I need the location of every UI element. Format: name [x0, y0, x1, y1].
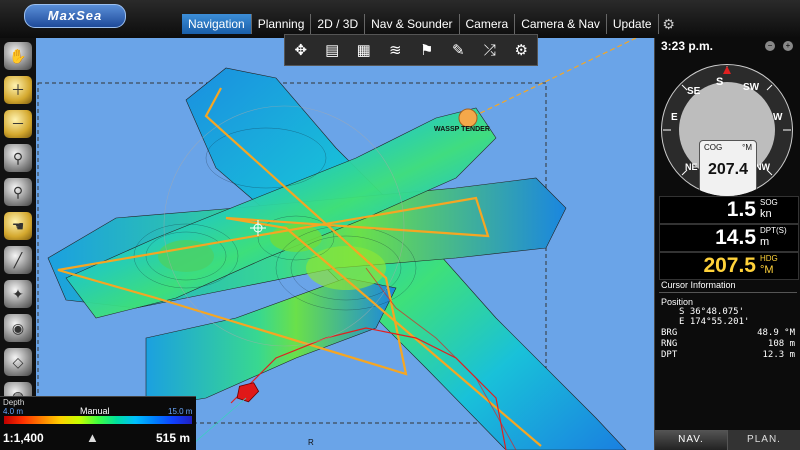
- cursor-info-title: Cursor Information: [659, 278, 797, 293]
- cursor-lat: S 36°48.075': [679, 307, 745, 317]
- sog-value: 1.5: [726, 198, 756, 221]
- minus-icon[interactable]: −: [765, 41, 775, 51]
- cursor-lon: E 174°55.201': [679, 317, 750, 327]
- dpt-label: DPT(S): [760, 226, 787, 235]
- tab-update[interactable]: Update: [607, 14, 659, 34]
- scale-distance: 515 m: [156, 431, 191, 445]
- bathymetry-layer: [37, 38, 637, 450]
- depth-min: 4.0 m: [3, 407, 24, 416]
- tab-plan-panel[interactable]: PLAN.: [728, 430, 800, 450]
- depth-gradient: [4, 416, 192, 424]
- rng-value: 108 m: [767, 339, 795, 349]
- dimmed-tool-icon[interactable]: ◇: [4, 348, 32, 376]
- hdg-row[interactable]: 207.5 HDG °M: [659, 252, 799, 280]
- hand-icon[interactable]: ☚: [4, 212, 32, 240]
- sog-unit: kn: [760, 208, 772, 220]
- depth-max: 15.0 m: [168, 407, 193, 416]
- gear-icon[interactable]: ⚙: [507, 37, 537, 63]
- dpt-unit: m: [760, 236, 770, 248]
- left-toolbar: ✋ ＋ － ⚲ ⚲ ☚ ╱ ✦ ◉ ◇ ◍: [0, 38, 36, 410]
- north-arrow-icon[interactable]: ▲: [86, 430, 99, 445]
- map-toolbox: ✥ ▤ ▦ ≋ ⚑ ✎ ⤮ ⚙: [284, 34, 538, 66]
- cog-unit: °M: [742, 143, 752, 152]
- depth-mode: Manual: [80, 406, 110, 416]
- tab-nav-panel[interactable]: NAV.: [655, 430, 728, 450]
- tools-icon[interactable]: ⚙: [659, 14, 679, 34]
- compass-letter-se: SE: [687, 86, 701, 97]
- depth-label: Depth: [3, 398, 25, 407]
- wand-icon[interactable]: ✦: [4, 280, 32, 308]
- compass-letter-sw: SW: [743, 82, 760, 93]
- pan-tool-icon[interactable]: ✋: [4, 42, 32, 70]
- panel-tabs: NAV. PLAN.: [655, 430, 800, 450]
- compass-letter-ne: NE: [685, 162, 698, 172]
- tender-marker: [458, 108, 478, 128]
- instrument-panel: 3:23 p.m. − + S SW SE E W N NE NW: [654, 38, 800, 450]
- tab-nav-sounder[interactable]: Nav & Sounder: [365, 14, 460, 34]
- compass-rose-tool-icon[interactable]: ✥: [286, 37, 316, 63]
- hdg-value: 207.5: [703, 254, 756, 277]
- sog-label: SOG: [760, 198, 778, 207]
- layers-tool-icon[interactable]: ▤: [318, 37, 348, 63]
- pencil-tool-icon[interactable]: ✎: [444, 37, 474, 63]
- dpt-value: 14.5: [715, 226, 756, 249]
- clock: 3:23 p.m.: [661, 39, 714, 53]
- compass-dial: S SW SE E W N NE NW COG °M 207.4: [661, 64, 793, 196]
- brg-label: BRG: [661, 328, 678, 338]
- compass-letter-w: W: [773, 112, 783, 123]
- rng-label: RNG: [661, 339, 678, 349]
- chart-tool-icon[interactable]: ▦: [349, 37, 379, 63]
- sog-row[interactable]: 1.5 SOG kn: [659, 196, 799, 224]
- rng-row: RNG 108 m: [661, 339, 795, 349]
- main-tabs: Navigation Planning 2D / 3D Nav & Sounde…: [182, 14, 679, 34]
- plus-icon[interactable]: +: [783, 41, 793, 51]
- hdg-label: HDG: [760, 254, 778, 263]
- tab-camera[interactable]: Camera: [460, 14, 516, 34]
- cog-label: COG: [704, 143, 723, 152]
- zoom-in-icon[interactable]: ＋: [4, 76, 32, 104]
- tab-navigation[interactable]: Navigation: [182, 14, 252, 34]
- top-bar: MaxSea Navigation Planning 2D / 3D Nav &…: [0, 0, 800, 38]
- maxsea-logo[interactable]: MaxSea: [24, 4, 126, 28]
- ruler-icon[interactable]: ╱: [4, 246, 32, 274]
- map-edge-label: R: [308, 438, 314, 447]
- tab-planning[interactable]: Planning: [252, 14, 312, 34]
- sonar-tool-icon[interactable]: ≋: [381, 37, 411, 63]
- brg-value: 48.9 °M: [757, 328, 795, 338]
- route-tool-icon[interactable]: ⤮: [475, 37, 505, 63]
- tab-2d-3d[interactable]: 2D / 3D: [311, 14, 366, 34]
- cog-value: 207.4: [707, 161, 749, 178]
- cursor-dpt-value: 12.3 m: [762, 350, 795, 360]
- compass-letter-nw: NW: [755, 162, 770, 172]
- vessel-label: WASSP TENDER: [434, 126, 490, 133]
- position-label: Position: [661, 297, 694, 307]
- brg-row: BRG 48.9 °M: [661, 328, 795, 338]
- cursor-information: Cursor Information Position S 36°48.075'…: [659, 278, 797, 428]
- dpt-row[interactable]: 14.5 DPT(S) m: [659, 224, 799, 252]
- magnifier-icon[interactable]: ⚲: [4, 144, 32, 172]
- scale-ratio: 1:1,400: [3, 431, 44, 445]
- cursor-dpt-row: DPT 12.3 m: [661, 350, 795, 360]
- cursor-dpt-label: DPT: [661, 350, 678, 360]
- depth-scale[interactable]: Depth 4.0 m Manual 15.0 m: [0, 396, 196, 429]
- compass-letter-e: E: [671, 112, 678, 123]
- compass-letter-s: S: [716, 76, 724, 88]
- zoom-out-icon[interactable]: －: [4, 110, 32, 138]
- cog-readout: COG °M 207.4: [699, 140, 757, 196]
- flag-tool-icon[interactable]: ⚑: [412, 37, 442, 63]
- center-vessel-icon[interactable]: ◉: [4, 314, 32, 342]
- hdg-unit: °M: [760, 264, 774, 276]
- scale-bar: 1:1,400 ▲ 515 m: [0, 428, 196, 450]
- tab-camera-nav[interactable]: Camera & Nav: [515, 14, 607, 34]
- chart-map[interactable]: WASSP TENDER R: [36, 38, 654, 450]
- search-icon[interactable]: ⚲: [4, 178, 32, 206]
